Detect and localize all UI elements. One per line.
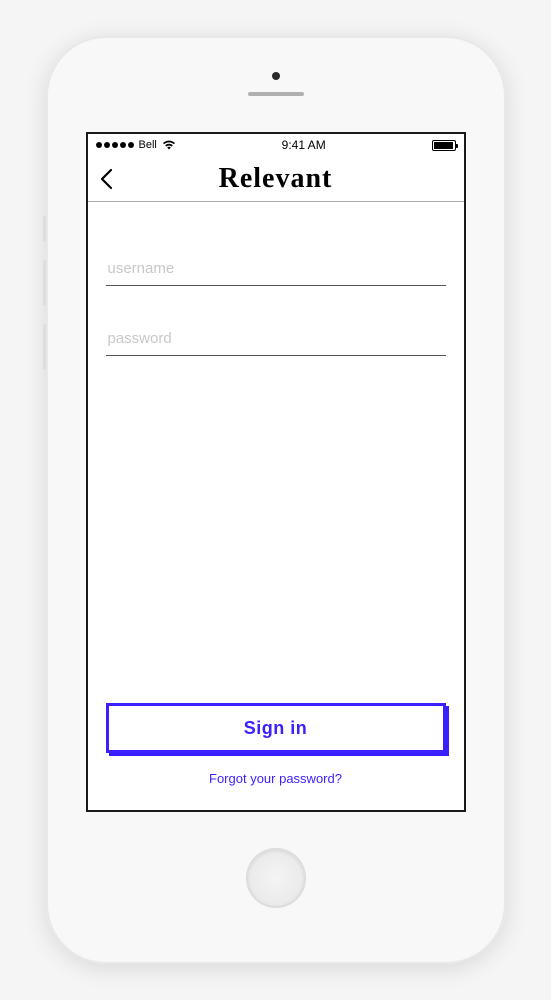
- forgot-password-link[interactable]: Forgot your password?: [209, 771, 342, 786]
- wifi-icon: [162, 140, 176, 150]
- home-button[interactable]: [246, 848, 306, 908]
- password-input[interactable]: [106, 322, 446, 356]
- carrier-label: Bell: [139, 139, 157, 151]
- username-input[interactable]: [106, 252, 446, 286]
- camera-icon: [272, 72, 280, 80]
- app-title: Relevant: [88, 163, 464, 195]
- side-buttons: [43, 216, 46, 388]
- status-bar: Bell 9:41 AM: [88, 134, 464, 156]
- signal-icon: [96, 142, 134, 148]
- chevron-left-icon: [98, 168, 116, 190]
- speaker-icon: [248, 92, 304, 96]
- signin-form: Sign in Forgot your password?: [88, 202, 464, 810]
- status-right: [432, 140, 456, 151]
- signin-button[interactable]: Sign in: [106, 703, 446, 753]
- form-actions: Sign in Forgot your password?: [106, 703, 446, 810]
- status-time: 9:41 AM: [282, 138, 326, 152]
- status-left: Bell: [96, 139, 176, 151]
- battery-icon: [432, 140, 456, 151]
- phone-frame: Bell 9:41 AM Relevant: [46, 36, 506, 964]
- back-button[interactable]: [98, 168, 116, 190]
- device-top: [46, 36, 506, 132]
- screen: Bell 9:41 AM Relevant: [86, 132, 466, 812]
- nav-bar: Relevant: [88, 156, 464, 202]
